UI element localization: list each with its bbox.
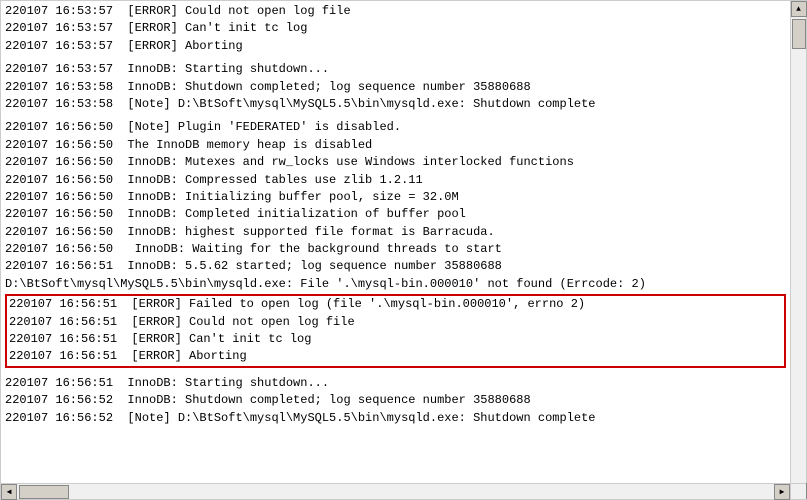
log-line: 220107 16:53:57 InnoDB: Starting shutdow… xyxy=(5,61,786,78)
scroll-thumb-v[interactable] xyxy=(792,19,806,49)
log-line: 220107 16:53:57 [ERROR] Could not open l… xyxy=(5,3,786,20)
scroll-right-arrow[interactable]: ▶ xyxy=(774,484,790,500)
log-line: 220107 16:56:50 The InnoDB memory heap i… xyxy=(5,137,786,154)
vertical-scrollbar[interactable]: ▲ ▼ xyxy=(790,1,806,499)
scroll-left-arrow[interactable]: ◀ xyxy=(1,484,17,500)
log-line: 220107 16:56:50 InnoDB: Completed initia… xyxy=(5,206,786,223)
terminal-window: 220107 16:53:57 [ERROR] Could not open l… xyxy=(0,0,807,500)
log-line: 220107 16:53:58 [Note] D:\BtSoft\mysql\M… xyxy=(5,96,786,113)
log-line: 220107 16:53:58 InnoDB: Shutdown complet… xyxy=(5,79,786,96)
log-line: 220107 16:56:50 InnoDB: Initializing buf… xyxy=(5,189,786,206)
log-line: D:\BtSoft\mysql\MySQL5.5\bin\mysqld.exe:… xyxy=(5,276,786,293)
log-line: 220107 16:56:50 InnoDB: Compressed table… xyxy=(5,172,786,189)
scrollbar-corner xyxy=(790,483,806,499)
terminal-content[interactable]: 220107 16:53:57 [ERROR] Could not open l… xyxy=(1,1,806,499)
log-container: 220107 16:53:57 [ERROR] Could not open l… xyxy=(5,3,786,427)
log-line: 220107 16:56:51 [ERROR] Aborting xyxy=(9,348,782,365)
log-line: 220107 16:56:52 InnoDB: Shutdown complet… xyxy=(5,392,786,409)
log-line: 220107 16:56:51 [ERROR] Could not open l… xyxy=(9,314,782,331)
log-line: 220107 16:56:50 InnoDB: highest supporte… xyxy=(5,224,786,241)
log-line: 220107 16:53:57 [ERROR] Can't init tc lo… xyxy=(5,20,786,37)
horizontal-scrollbar[interactable]: ◀ ▶ xyxy=(1,483,790,499)
scroll-up-arrow[interactable]: ▲ xyxy=(791,1,807,17)
log-line: 220107 16:56:51 [ERROR] Failed to open l… xyxy=(9,296,782,313)
log-line: 220107 16:53:57 [ERROR] Aborting xyxy=(5,38,786,55)
log-line: 220107 16:56:50 InnoDB: Mutexes and rw_l… xyxy=(5,154,786,171)
log-line: 220107 16:56:51 [ERROR] Can't init tc lo… xyxy=(9,331,782,348)
log-line: 220107 16:56:52 [Note] D:\BtSoft\mysql\M… xyxy=(5,410,786,427)
log-line: 220107 16:56:51 InnoDB: Starting shutdow… xyxy=(5,375,786,392)
log-line: 220107 16:56:51 InnoDB: 5.5.62 started; … xyxy=(5,258,786,275)
log-line: 220107 16:56:50 [Note] Plugin 'FEDERATED… xyxy=(5,119,786,136)
scroll-thumb-h[interactable] xyxy=(19,485,69,499)
error-block: 220107 16:56:51 [ERROR] Failed to open l… xyxy=(5,294,786,368)
log-line: 220107 16:56:50 InnoDB: Waiting for the … xyxy=(5,241,786,258)
